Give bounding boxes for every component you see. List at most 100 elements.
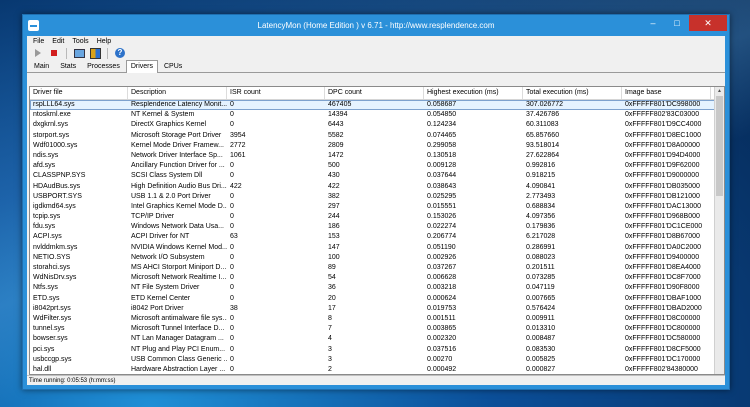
table-row[interactable]: USBPORT.SYS USB 1.1 & 2.0 Port Driver 0 382… — [30, 192, 724, 202]
table-row[interactable]: rspLLL64.sys Resplendence Latency Monit..… — [30, 100, 724, 111]
table-cell: 0xFFFFF801'D90F8000 — [625, 284, 700, 292]
menu-file[interactable]: File — [29, 38, 48, 45]
windows-button[interactable] — [88, 47, 102, 59]
table-row[interactable]: nvlddmkm.sys NVIDIA Windows Kernel Mod...… — [30, 243, 724, 253]
tab-main[interactable]: Main — [29, 60, 54, 72]
column-header-total-execution[interactable]: Total execution (ms) — [523, 87, 622, 99]
table-row[interactable]: Ntfs.sys NT File System Driver 0 36 0.003218… — [30, 283, 724, 293]
maximize-button[interactable]: □ — [665, 15, 689, 31]
table-cell: CLASSPNP.SYS — [33, 172, 86, 180]
table-cell: 422 — [230, 182, 242, 190]
table-row[interactable]: fdu.sys Windows Network Data Usa... 0 186 0.… — [30, 222, 724, 232]
tab-cpus[interactable]: CPUs — [159, 60, 187, 72]
table-cell: 27.622864 — [526, 151, 560, 159]
table-cell: pci.sys — [33, 345, 55, 353]
table-cell: usbccgp.sys — [33, 355, 72, 363]
table-cell: bowser.sys — [33, 335, 68, 343]
column-header-dpc-count[interactable]: DPC count — [325, 87, 424, 99]
table-cell: 467405 — [328, 101, 352, 108]
table-row[interactable]: CLASSPNP.SYS SCSI Class System Dll 0 430 0.0… — [30, 171, 724, 181]
scroll-thumb[interactable] — [716, 96, 723, 196]
table-row[interactable]: i8042prt.sys i8042 Port Driver 38 17 0.01975… — [30, 304, 724, 314]
tab-drivers[interactable]: Drivers — [125, 60, 158, 73]
menu-bar: File Edit Tools Help — [27, 36, 725, 46]
table-cell: 0 — [230, 162, 234, 170]
table-row[interactable]: storport.sys Microsoft Storage Port Drive… — [30, 131, 724, 141]
column-header-isr-count[interactable]: ISR count — [227, 87, 325, 99]
table-row[interactable]: igdkmd64.sys Intel Graphics Kernel Mode D… — [30, 202, 724, 212]
table-cell: 0.088023 — [526, 253, 556, 261]
window-title: LatencyMon (Home Edition ) v 6.71 - http… — [257, 21, 495, 30]
menu-help[interactable]: Help — [93, 38, 115, 45]
table-cell: 0 — [230, 365, 234, 373]
table-cell: 0xFFFFF801'DC1CE000 — [625, 223, 703, 231]
tab-processes[interactable]: Processes — [82, 60, 125, 72]
column-header-image-base[interactable]: Image base — [622, 87, 711, 99]
table-cell: 5582 — [328, 131, 344, 139]
table-cell: 1061 — [230, 151, 246, 159]
tab-stats[interactable]: Stats — [55, 60, 81, 72]
menu-tools[interactable]: Tools — [68, 38, 92, 45]
table-cell: 0 — [230, 192, 234, 200]
table-cell: 0.015551 — [427, 202, 457, 210]
column-header-driver-file[interactable]: Driver file — [30, 87, 128, 99]
table-cell: 0.179836 — [526, 223, 556, 231]
table-cell: Microsoft antimalware file sys... — [131, 314, 227, 322]
table-cell: Hardware Abstraction Layer ... — [131, 365, 226, 373]
table-row[interactable]: Wdf01000.sys Kernel Mode Driver Framew...… — [30, 141, 724, 151]
column-header-description[interactable]: Description — [128, 87, 227, 99]
table-row[interactable]: storahci.sys MS AHCI Storport Miniport D.… — [30, 263, 724, 273]
table-row[interactable]: NETIO.SYS Network I/O Subsystem 0 100 0.0029… — [30, 253, 724, 263]
table-cell: 14394 — [328, 111, 348, 119]
table-row[interactable]: ACPI.sys ACPI Driver for NT 63 153 0.206774 6… — [30, 232, 724, 242]
table-cell: 3 — [328, 345, 332, 353]
close-button[interactable]: ✕ — [689, 15, 727, 31]
table-cell: 500 — [328, 162, 340, 170]
table-cell: 63 — [230, 233, 238, 241]
table-cell: 0xFFFFF801'DBAD2000 — [625, 304, 702, 312]
table-cell: 2809 — [328, 141, 344, 149]
table-row[interactable]: ndis.sys Network Driver Interface Sp... 10… — [30, 151, 724, 161]
table-row[interactable]: tunnel.sys Microsoft Tunnel Interface D..… — [30, 324, 724, 334]
table-row[interactable]: WdNisDrv.sys Microsoft Network Realtime I… — [30, 273, 724, 283]
table-cell: 54 — [328, 274, 336, 282]
column-header-highest-execution[interactable]: Highest execution (ms) — [424, 87, 523, 99]
table-cell: 0xFFFFF801'D9F62000 — [625, 162, 700, 170]
help-button[interactable]: ? — [113, 47, 127, 59]
table-cell: 0.074465 — [427, 131, 457, 139]
title-bar[interactable]: LatencyMon (Home Edition ) v 6.71 - http… — [23, 15, 729, 36]
table-cell: 147 — [328, 243, 340, 251]
monitor-button[interactable] — [72, 47, 86, 59]
minimize-button[interactable]: – — [641, 15, 665, 31]
table-row[interactable]: usbccgp.sys USB Common Class Generic ... 0… — [30, 355, 724, 365]
app-window: LatencyMon (Home Edition ) v 6.71 - http… — [22, 14, 730, 390]
table-cell: 0.576424 — [526, 304, 556, 312]
table-cell: Windows Network Data Usa... — [131, 223, 224, 231]
table-row[interactable]: HDAudBus.sys High Definition Audio Bus Dr… — [30, 182, 724, 192]
table-cell: 0.083530 — [526, 345, 556, 353]
table-cell: 0xFFFFF801'DC800000 — [625, 325, 701, 333]
table-cell: 0.037516 — [427, 345, 457, 353]
table-row[interactable]: ETD.sys ETD Kernel Center 0 20 0.000624 0.007… — [30, 294, 724, 304]
table-row[interactable]: ntoskrnl.exe NT Kernel & System 0 14394 0.05… — [30, 110, 724, 120]
table-row[interactable]: hal.dll Hardware Abstraction Layer ... 0 2 0… — [30, 365, 724, 374]
vertical-scrollbar[interactable]: ▲ — [714, 87, 724, 374]
table-cell: NT Plug and Play PCI Enum... — [131, 345, 226, 353]
table-row[interactable]: WdFilter.sys Microsoft antimalware file s… — [30, 314, 724, 324]
table-cell: 0xFFFFF801'D8A00000 — [625, 141, 700, 149]
menu-edit[interactable]: Edit — [48, 38, 68, 45]
table-cell: 0.037644 — [427, 172, 457, 180]
table-row[interactable]: dxgkrnl.sys DirectX Graphics Kernel 0 6443 0… — [30, 120, 724, 130]
stop-button[interactable] — [47, 47, 61, 59]
scroll-up-icon[interactable]: ▲ — [715, 87, 724, 95]
table-cell: 38 — [230, 304, 238, 312]
table-cell: 0 — [230, 202, 234, 210]
table-row[interactable]: tcpip.sys TCP/IP Driver 0 244 0.153026 4.0973… — [30, 212, 724, 222]
table-row[interactable]: afd.sys Ancillary Function Driver for ...… — [30, 161, 724, 171]
table-cell: 0 — [230, 314, 234, 322]
table-cell: 0xFFFFF801'D8EC1000 — [625, 131, 702, 139]
table-cell: 0.286991 — [526, 243, 556, 251]
table-row[interactable]: pci.sys NT Plug and Play PCI Enum... 0 3 0.0… — [30, 345, 724, 355]
start-button[interactable] — [31, 47, 45, 59]
table-row[interactable]: bowser.sys NT Lan Manager Datagram ... 0 4 0… — [30, 334, 724, 344]
